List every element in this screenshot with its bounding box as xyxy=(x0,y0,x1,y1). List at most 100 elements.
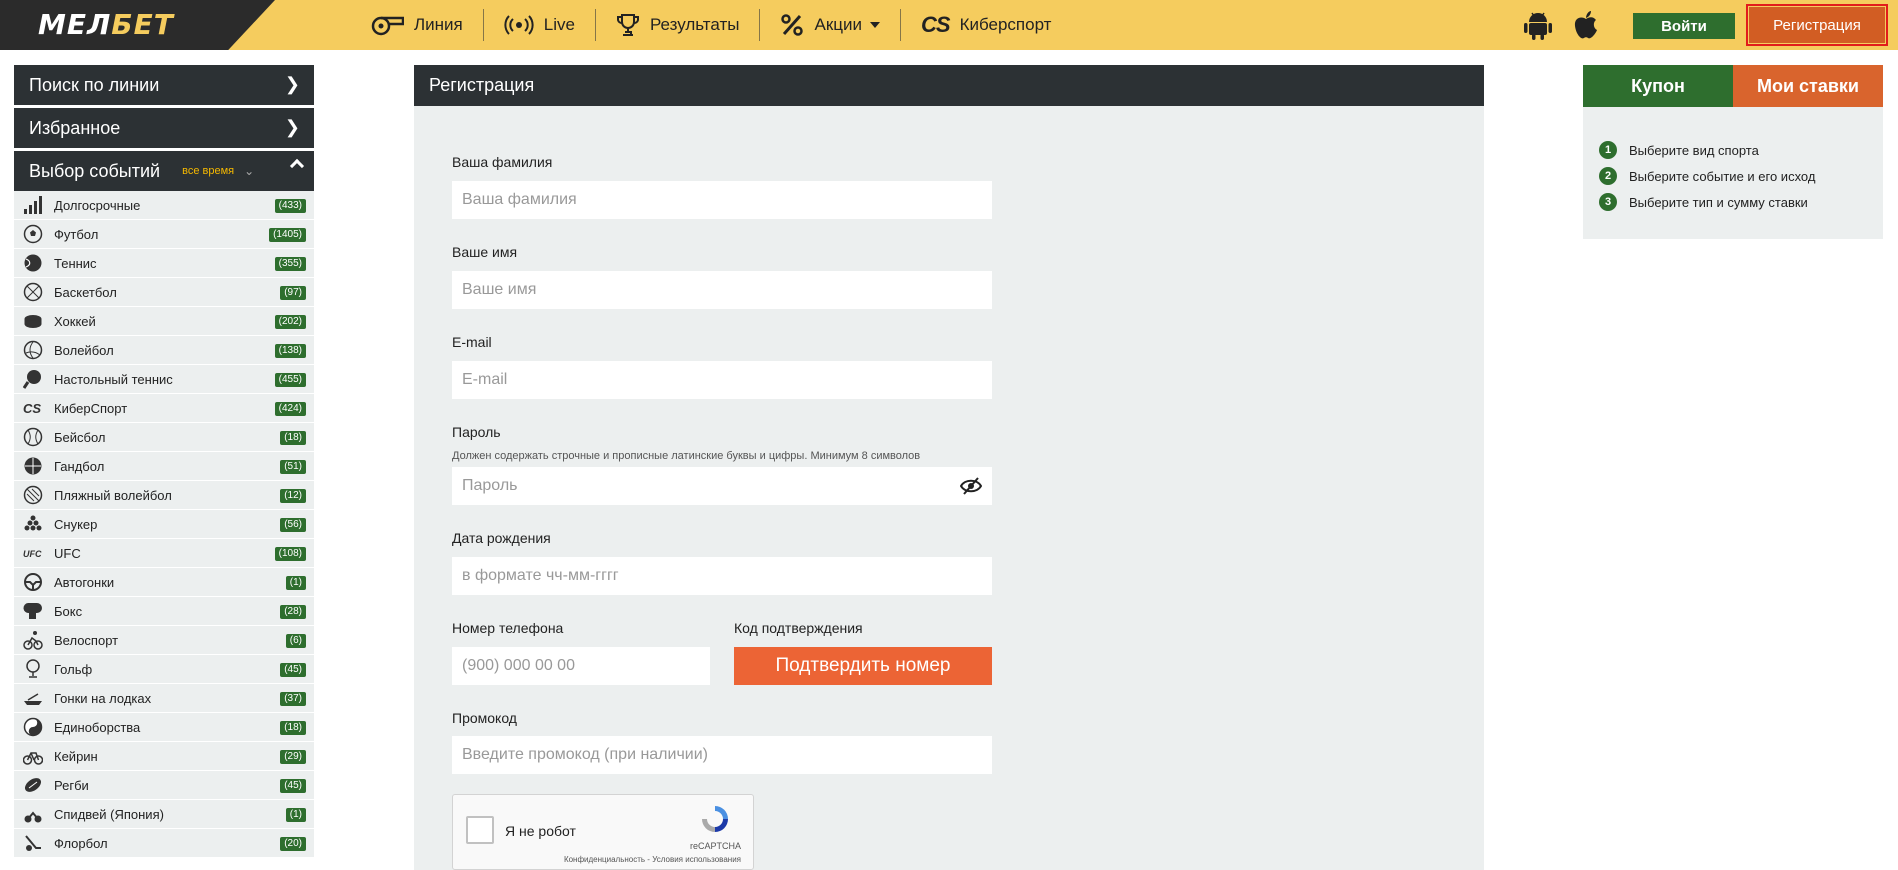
captcha-links[interactable]: Конфиденциальность - Условия использован… xyxy=(564,855,741,864)
steering-wheel-icon xyxy=(22,571,44,593)
birthdate-field[interactable]: в формате чч-мм-гггг xyxy=(452,557,992,595)
name-label: Ваше имя xyxy=(452,244,518,260)
captcha-checkbox[interactable] xyxy=(466,816,494,844)
sidebar-sport-item[interactable]: Теннис (355) xyxy=(14,249,314,278)
sidebar-sport-item[interactable]: Велоспорт (6) xyxy=(14,626,314,655)
birthdate-label: Дата рождения xyxy=(452,530,551,546)
sidebar-sport-item[interactable]: Гольф (45) xyxy=(14,655,314,684)
surname-label: Ваша фамилия xyxy=(452,154,553,170)
sport-label: Кейрин xyxy=(54,748,98,764)
sidebar-sport-item[interactable]: Гандбол (51) xyxy=(14,452,314,481)
sport-label: Снукер xyxy=(54,516,98,532)
speedway-icon xyxy=(22,803,44,825)
sidebar-sport-item[interactable]: Пляжный волейбол (12) xyxy=(14,481,314,510)
logo-area[interactable]: МЕЛБЕТ xyxy=(0,0,275,50)
handball-icon xyxy=(22,455,44,477)
sidebar-sport-item[interactable]: Волейбол (138) xyxy=(14,336,314,365)
sport-label: Флорбол xyxy=(54,835,108,851)
main-nav: Линия Live Результаты Акции CS Киберспор… xyxy=(350,0,1071,50)
sidebar-sport-item[interactable]: Настольный теннис (455) xyxy=(14,365,314,394)
android-icon[interactable] xyxy=(1524,10,1552,45)
eye-slash-icon[interactable] xyxy=(959,477,983,500)
step-text: Выберите событие и его исход xyxy=(1629,168,1816,184)
code-label: Код подтверждения xyxy=(734,620,863,636)
sidebar-sport-item[interactable]: CS КиберСпорт (424) xyxy=(14,394,314,423)
sport-count-badge: (1) xyxy=(285,808,306,822)
login-button[interactable]: Войти xyxy=(1633,13,1735,39)
sport-label: Волейбол xyxy=(54,342,114,358)
sidebar-sport-item[interactable]: Гонки на лодках (37) xyxy=(14,684,314,713)
chevron-down-icon[interactable]: ⌄ xyxy=(244,164,254,178)
sport-count-badge: (138) xyxy=(274,344,306,358)
sidebar-sport-item[interactable]: Бокс (28) xyxy=(14,597,314,626)
coupon-step: 2 Выберите событие и его исход xyxy=(1583,163,1883,189)
email-label: E-mail xyxy=(452,334,492,350)
sport-count-badge: (424) xyxy=(274,402,306,416)
confirm-number-button[interactable]: Подтвердить номер xyxy=(734,647,992,685)
favorites-header[interactable]: Избранное ❯ xyxy=(14,108,314,148)
name-field[interactable]: Ваше имя xyxy=(452,271,992,309)
sidebar-sport-item[interactable]: UFC UFC (108) xyxy=(14,539,314,568)
coupon-panel: 1 Выберите вид спорта 2 Выберите событие и … xyxy=(1583,107,1883,239)
sidebar-sport-item[interactable]: Баскетбол (97) xyxy=(14,278,314,307)
sidebar-sport-item[interactable]: Долгосрочные (433) xyxy=(14,191,314,220)
tab-coupon[interactable]: Купон xyxy=(1583,65,1733,114)
surname-field[interactable]: Ваша фамилия xyxy=(452,181,992,219)
sport-label: Регби xyxy=(54,777,89,793)
sidebar-sport-item[interactable]: Хоккей (202) xyxy=(14,307,314,336)
promo-field[interactable]: Введите промокод (при наличии) xyxy=(452,736,992,774)
sidebar-sport-item[interactable]: Единоборства (18) xyxy=(14,713,314,742)
volleyball-icon xyxy=(22,339,44,361)
sport-count-badge: (97) xyxy=(280,286,306,300)
app-links xyxy=(1524,10,1600,45)
floorball-icon xyxy=(22,832,44,854)
cs-icon: CS xyxy=(921,12,951,37)
sidebar-sport-item[interactable]: Кейрин (29) xyxy=(14,742,314,771)
logo[interactable]: МЕЛБЕТ xyxy=(38,8,174,41)
sport-label: Спидвей (Япония) xyxy=(54,806,164,822)
coupon-step: 1 Выберите вид спорта xyxy=(1583,137,1883,163)
sidebar-sport-item[interactable]: Футбол (1405) xyxy=(14,220,314,249)
yin-yang-icon xyxy=(22,716,44,738)
sidebar-sport-item[interactable]: Флорбол (20) xyxy=(14,829,314,858)
sidebar-sport-item[interactable]: Регби (45) xyxy=(14,771,314,800)
chevron-up-icon[interactable] xyxy=(289,158,305,174)
apple-icon[interactable] xyxy=(1572,10,1600,45)
password-field[interactable]: Пароль xyxy=(452,467,992,505)
tab-my-bets[interactable]: Мои ставки xyxy=(1733,65,1883,107)
whistle-icon xyxy=(370,14,404,36)
sidebar-sport-item[interactable]: Автогонки (1) xyxy=(14,568,314,597)
sport-label: Гонки на лодках xyxy=(54,690,152,706)
sidebar-sport-item[interactable]: Снукер (56) xyxy=(14,510,314,539)
nav-live[interactable]: Live xyxy=(484,0,595,50)
coupon-tabs: Купон Мои ставки xyxy=(1583,65,1883,114)
nav-divider xyxy=(759,9,761,41)
nav-promotions[interactable]: Акции xyxy=(760,0,900,50)
email-field[interactable]: E-mail xyxy=(452,361,992,399)
events-header[interactable]: Выбор событий все время ⌄ xyxy=(14,151,314,191)
sidebar-sport-item[interactable]: Бейсбол (18) xyxy=(14,423,314,452)
time-filter[interactable]: все время xyxy=(182,165,234,177)
sport-label: Баскетбол xyxy=(54,284,117,300)
step-number: 2 xyxy=(1599,167,1617,185)
sport-count-badge: (355) xyxy=(274,257,306,271)
sport-label: Долгосрочные xyxy=(54,197,141,213)
sport-label: Велоспорт xyxy=(54,632,119,648)
sport-count-badge: (433) xyxy=(274,199,306,213)
sport-count-badge: (20) xyxy=(280,837,306,851)
baseball-icon xyxy=(22,426,44,448)
nav-results[interactable]: Результаты xyxy=(596,0,760,50)
nav-esports[interactable]: CS Киберспорт xyxy=(901,0,1071,50)
step-number: 1 xyxy=(1599,141,1617,159)
phone-field[interactable]: (900) 000 00 00 xyxy=(452,647,710,685)
sport-count-badge: (45) xyxy=(280,663,306,677)
search-line-header[interactable]: Поиск по линии ❯ xyxy=(14,65,314,105)
sidebar-sport-item[interactable]: Спидвей (Япония) (1) xyxy=(14,800,314,829)
register-button[interactable]: Регистрация xyxy=(1749,7,1885,43)
nav-line[interactable]: Линия xyxy=(350,0,483,50)
phone-label: Номер телефона xyxy=(452,620,564,636)
nav-divider xyxy=(594,9,596,41)
sport-count-badge: (37) xyxy=(280,692,306,706)
password-label: Пароль xyxy=(452,424,501,440)
sport-count-badge: (1) xyxy=(285,576,306,590)
